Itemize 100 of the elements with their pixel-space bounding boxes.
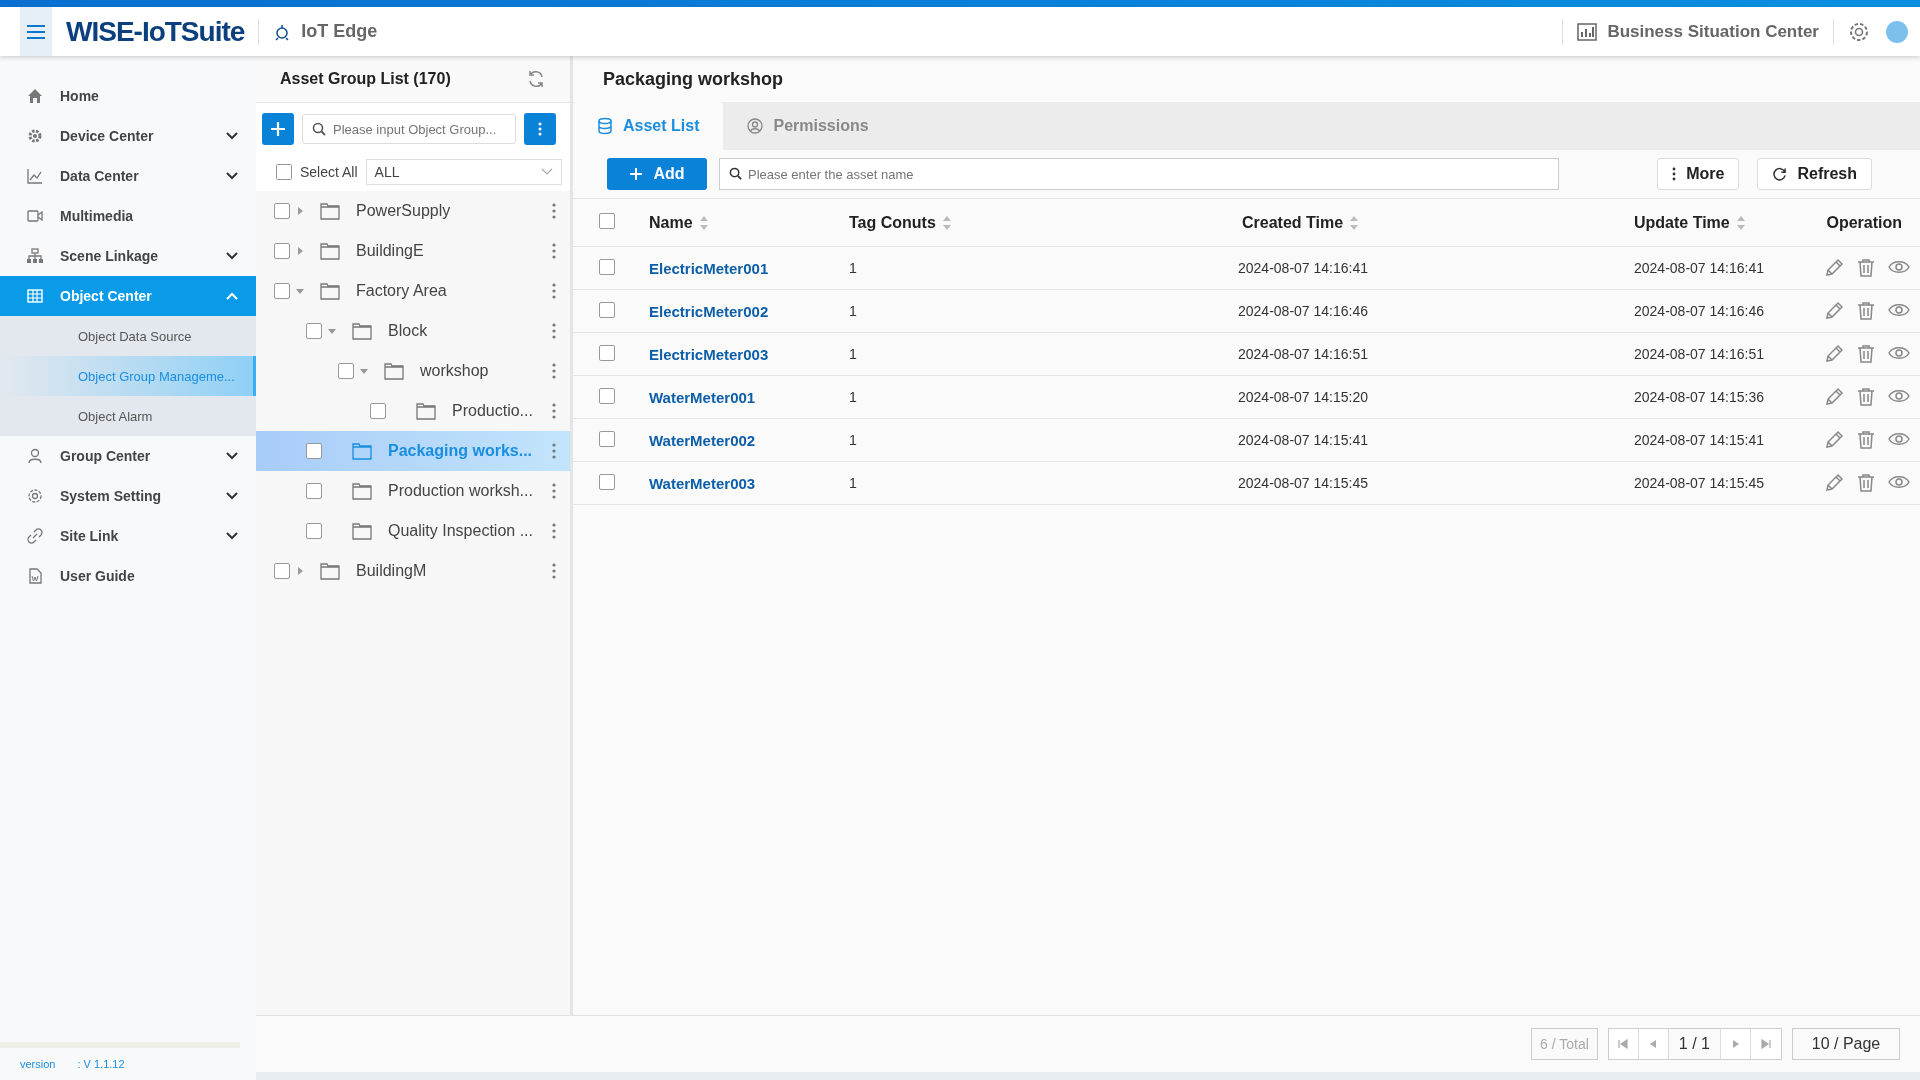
eye-icon[interactable] (1888, 301, 1910, 319)
tree-node[interactable]: workshop (256, 351, 570, 391)
checkbox[interactable] (274, 243, 290, 259)
menu-button[interactable] (20, 7, 52, 56)
more-button[interactable]: More (1657, 158, 1740, 190)
kebab-icon[interactable] (552, 283, 556, 299)
eye-icon[interactable] (1888, 473, 1910, 491)
caret-icon[interactable] (296, 567, 304, 575)
nav-subitem[interactable]: Object Alarm (0, 396, 256, 436)
eye-icon[interactable] (1888, 344, 1910, 362)
kebab-icon[interactable] (552, 203, 556, 219)
caret-icon[interactable] (296, 207, 304, 215)
trash-icon[interactable] (1856, 344, 1876, 364)
pencil-icon[interactable] (1824, 344, 1844, 364)
sort-icon[interactable] (1349, 214, 1360, 231)
checkbox[interactable] (306, 443, 322, 459)
pencil-icon[interactable] (1824, 430, 1844, 450)
nav-item[interactable]: Data Center (0, 156, 256, 196)
kebab-icon[interactable] (552, 563, 556, 579)
checkbox[interactable] (599, 473, 615, 490)
checkbox[interactable] (274, 203, 290, 219)
tree-node[interactable]: Block (256, 311, 570, 351)
checkbox[interactable] (276, 164, 292, 180)
refresh-icon[interactable] (526, 69, 546, 89)
caret-icon[interactable] (296, 287, 304, 295)
business-center-link[interactable]: Business Situation Center (1577, 21, 1819, 42)
column-header[interactable]: Created Time (1242, 213, 1344, 232)
more-button[interactable] (524, 113, 556, 145)
kebab-icon[interactable] (552, 483, 556, 499)
search-field[interactable]: Please enter the asset name (719, 158, 1559, 190)
eye-icon[interactable] (1888, 387, 1910, 405)
sort-icon[interactable] (941, 214, 952, 231)
checkbox[interactable] (338, 363, 354, 379)
kebab-icon[interactable] (552, 363, 556, 379)
trash-icon[interactable] (1856, 430, 1876, 450)
trash-icon[interactable] (1856, 387, 1876, 407)
trash-icon[interactable] (1856, 301, 1876, 321)
checkbox[interactable] (599, 344, 615, 361)
next-page-button[interactable] (1721, 1029, 1751, 1059)
first-page-button[interactable] (1608, 1029, 1639, 1059)
nav-item[interactable]: Multimedia (0, 196, 256, 236)
tree-node[interactable]: BuildingE (256, 231, 570, 271)
checkbox[interactable] (274, 563, 290, 579)
pencil-icon[interactable] (1824, 301, 1844, 321)
tree-node[interactable]: Factory Area (256, 271, 570, 311)
checkbox[interactable] (306, 483, 322, 499)
settings-icon[interactable] (1848, 20, 1870, 43)
asset-link[interactable]: WaterMeter002 (649, 431, 756, 449)
checkbox[interactable] (599, 387, 615, 404)
caret-icon[interactable] (328, 327, 336, 335)
nav-subitem[interactable]: Object Data Source (0, 316, 256, 356)
asset-link[interactable]: WaterMeter001 (649, 388, 756, 406)
refresh-button[interactable]: Refresh (1757, 158, 1872, 190)
nav-item[interactable]: Scene Linkage (0, 236, 256, 276)
checkbox[interactable] (599, 430, 615, 447)
nav-item[interactable]: Device Center (0, 116, 256, 156)
pencil-icon[interactable] (1824, 258, 1844, 278)
nav-item[interactable]: Site Link (0, 516, 256, 556)
asset-link[interactable]: WaterMeter003 (649, 474, 756, 492)
filter-dropdown[interactable]: ALL (365, 159, 562, 185)
checkbox[interactable] (599, 258, 615, 275)
tree-node[interactable]: PowerSupply (256, 191, 570, 231)
asset-link[interactable]: ElectricMeter003 (649, 345, 769, 363)
checkbox[interactable] (370, 403, 386, 419)
tree-node[interactable]: Productio... (256, 391, 570, 431)
tree-node[interactable]: Production worksh... (256, 471, 570, 511)
checkbox[interactable] (274, 283, 290, 299)
nav-item[interactable]: Group Center (0, 436, 256, 476)
tree-node[interactable]: Quality Inspection ... (256, 511, 570, 551)
avatar-icon[interactable] (1886, 20, 1908, 43)
checkbox[interactable] (306, 523, 322, 539)
add-button[interactable]: Add (607, 158, 707, 190)
pencil-icon[interactable] (1824, 387, 1844, 407)
page-size-select[interactable]: 10 / Page (1792, 1028, 1900, 1060)
column-header[interactable]: Update Time (1634, 213, 1730, 232)
eye-icon[interactable] (1888, 258, 1910, 276)
add-button[interactable] (262, 113, 294, 145)
column-header[interactable]: Name (649, 213, 693, 232)
kebab-icon[interactable] (552, 443, 556, 459)
trash-icon[interactable] (1856, 473, 1876, 493)
sort-icon[interactable] (1735, 214, 1746, 231)
trash-icon[interactable] (1856, 258, 1876, 278)
nav-item[interactable]: User Guide (0, 556, 256, 596)
sort-icon[interactable] (698, 214, 709, 231)
nav-item[interactable]: Home (0, 76, 256, 116)
checkbox[interactable] (599, 212, 615, 229)
caret-icon[interactable] (296, 247, 304, 255)
eye-icon[interactable] (1888, 430, 1910, 448)
caret-icon[interactable] (360, 367, 368, 375)
asset-link[interactable]: ElectricMeter001 (649, 259, 769, 277)
nav-item[interactable]: System Setting (0, 476, 256, 516)
last-page-button[interactable] (1751, 1029, 1781, 1059)
asset-link[interactable]: ElectricMeter002 (649, 302, 769, 320)
kebab-icon[interactable] (552, 403, 556, 419)
column-header[interactable]: Operation (1826, 213, 1902, 231)
kebab-icon[interactable] (552, 243, 556, 259)
checkbox[interactable] (306, 323, 322, 339)
pencil-icon[interactable] (1824, 473, 1844, 493)
checkbox[interactable] (599, 301, 615, 318)
search-field[interactable]: Please input Object Group... (302, 114, 516, 144)
